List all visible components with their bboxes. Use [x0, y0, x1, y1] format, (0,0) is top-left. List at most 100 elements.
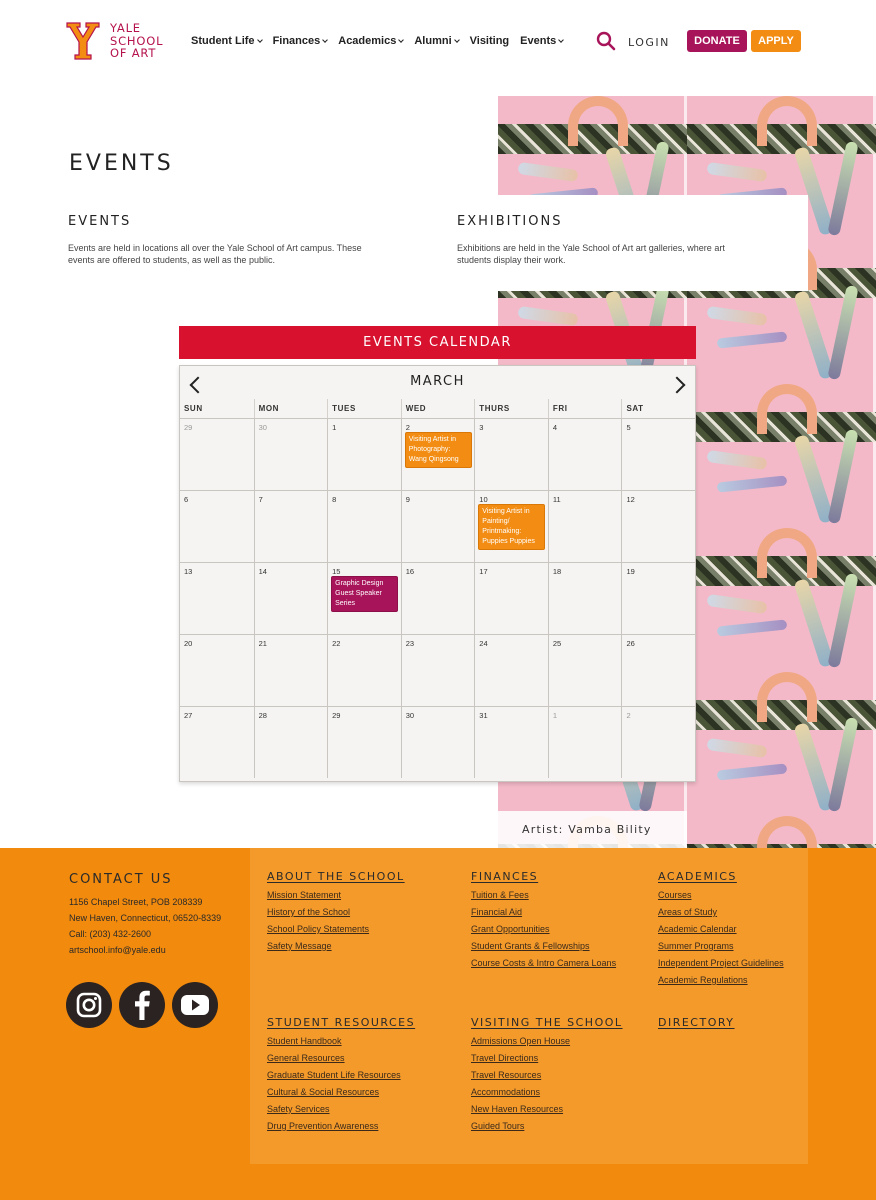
calendar-day[interactable]: 30	[253, 419, 328, 490]
calendar-day[interactable]: 22	[327, 635, 401, 706]
artwork-shape	[568, 96, 628, 146]
calendar-day[interactable]: 3	[474, 419, 548, 490]
calendar-day[interactable]: 15 Graphic Design Guest Speaker Series	[327, 563, 401, 634]
page-title: EVENTS	[69, 151, 174, 176]
day-number: 2	[626, 711, 631, 720]
facebook-icon[interactable]	[119, 982, 165, 1028]
calendar-day[interactable]: 28	[253, 707, 328, 778]
footer-column-heading[interactable]: VISITING THE SCHOOL	[471, 1016, 623, 1029]
calendar-day[interactable]: 7	[253, 491, 328, 562]
footer-column-heading[interactable]: DIRECTORY	[658, 1016, 735, 1029]
calendar-day[interactable]: 23	[400, 635, 475, 706]
youtube-icon[interactable]	[172, 982, 218, 1028]
artwork-shape	[757, 528, 817, 578]
calendar-day[interactable]: 27	[180, 707, 254, 778]
artwork-shape	[827, 284, 859, 381]
exhibitions-section[interactable]: EXHIBITIONS Exhibitions are held in the …	[448, 195, 808, 291]
footer-link[interactable]: General Resources	[267, 1050, 401, 1067]
footer-link[interactable]: Travel Directions	[471, 1050, 570, 1067]
footer-link[interactable]: Academic Calendar	[658, 921, 784, 938]
next-month-arrow-icon[interactable]	[669, 375, 689, 395]
footer-link[interactable]: Financial Aid	[471, 904, 616, 921]
calendar-day[interactable]: 24	[474, 635, 548, 706]
calendar-day[interactable]: 10 Visiting Artist in Painting/ Printmaki…	[474, 491, 548, 562]
calendar-day[interactable]: 16	[400, 563, 475, 634]
footer-link[interactable]: Graduate Student Life Resources	[267, 1067, 401, 1084]
calendar-day[interactable]: 8	[327, 491, 401, 562]
chevron-down-icon	[322, 36, 329, 43]
footer-column-heading[interactable]: STUDENT RESOURCES	[267, 1016, 415, 1029]
chevron-down-icon	[453, 36, 460, 43]
donate-button[interactable]: DONATE	[687, 30, 747, 52]
calendar-day[interactable]: 1	[547, 707, 622, 778]
calendar-day[interactable]: 12	[621, 491, 695, 562]
calendar-day[interactable]: 4	[547, 419, 622, 490]
footer-link[interactable]: Student Handbook	[267, 1033, 401, 1050]
nav-finances[interactable]: Finances	[273, 35, 329, 47]
calendar-event[interactable]: Visiting Artist in Photography: Wang Qin…	[404, 432, 472, 468]
calendar-day[interactable]: 11	[547, 491, 622, 562]
calendar-day[interactable]: 21	[253, 635, 328, 706]
footer-link[interactable]: Summer Programs	[658, 938, 784, 955]
calendar-day[interactable]: 29	[327, 707, 401, 778]
footer-link[interactable]: Safety Services	[267, 1101, 401, 1118]
footer-link[interactable]: Cultural & Social Resources	[267, 1084, 401, 1101]
footer-link[interactable]: Areas of Study	[658, 904, 784, 921]
footer-link[interactable]: History of the School	[267, 904, 369, 921]
footer-column-heading[interactable]: FINANCES	[471, 870, 538, 883]
calendar-day[interactable]: 5	[621, 419, 695, 490]
calendar-day[interactable]: 14	[253, 563, 328, 634]
login-link[interactable]: LOGIN	[628, 36, 670, 49]
day-number: 18	[552, 567, 562, 576]
footer-link[interactable]: Travel Resources	[471, 1067, 570, 1084]
calendar-day[interactable]: 9	[400, 491, 475, 562]
calendar-day[interactable]: 29	[180, 419, 254, 490]
footer-link[interactable]: Guided Tours	[471, 1118, 570, 1135]
footer-link[interactable]: Mission Statement	[267, 887, 369, 904]
footer-link[interactable]: Independent Project Guidelines	[658, 955, 784, 972]
nav-student-life[interactable]: Student Life	[191, 35, 263, 47]
calendar-day[interactable]: 2 Visiting Artist in Photography: Wang Qi…	[400, 419, 475, 490]
footer-link[interactable]: Safety Message	[267, 938, 369, 955]
calendar-day[interactable]: 19	[621, 563, 695, 634]
footer-column-heading[interactable]: ABOUT THE SCHOOL	[267, 870, 405, 883]
footer-link[interactable]: Course Costs & Intro Camera Loans	[471, 955, 616, 972]
exhibitions-heading[interactable]: EXHIBITIONS	[457, 214, 562, 229]
footer-column-heading[interactable]: ACADEMICS	[658, 870, 737, 883]
footer-link[interactable]: Student Grants & Fellowships	[471, 938, 616, 955]
footer-link[interactable]: Grant Opportunities	[471, 921, 616, 938]
calendar-day[interactable]: 26	[621, 635, 695, 706]
footer-link[interactable]: New Haven Resources	[471, 1101, 570, 1118]
day-number: 28	[258, 711, 267, 720]
footer-link[interactable]: Admissions Open House	[471, 1033, 570, 1050]
calendar-day[interactable]: 1	[327, 419, 401, 490]
nav-alumni[interactable]: Alumni	[414, 35, 460, 47]
calendar-day[interactable]: 25	[547, 635, 622, 706]
instagram-icon[interactable]	[66, 982, 112, 1028]
footer-link[interactable]: Tuition & Fees	[471, 887, 616, 904]
yale-logo[interactable]: YALE SCHOOL OF ART	[66, 22, 166, 62]
calendar-day[interactable]: 2	[621, 707, 695, 778]
search-icon[interactable]	[596, 31, 616, 51]
nav-events[interactable]: Events	[520, 35, 565, 47]
calendar-day[interactable]: 17	[474, 563, 548, 634]
day-number: 23	[405, 639, 415, 648]
calendar-event[interactable]: Visiting Artist in Painting/ Printmaking…	[478, 504, 546, 550]
footer-link[interactable]: Academic Regulations	[658, 972, 784, 989]
calendar-day[interactable]: 30	[400, 707, 475, 778]
calendar-event[interactable]: Graphic Design Guest Speaker Series	[331, 576, 399, 612]
footer-link[interactable]: School Policy Statements	[267, 921, 369, 938]
nav-academics[interactable]: Academics	[338, 35, 405, 47]
contact-phone[interactable]: Call: (203) 432-2600	[69, 929, 151, 939]
calendar-day[interactable]: 13	[180, 563, 254, 634]
footer-link[interactable]: Drug Prevention Awareness	[267, 1118, 401, 1135]
calendar-day[interactable]: 6	[180, 491, 254, 562]
nav-visiting[interactable]: Visiting	[470, 35, 510, 47]
calendar-day[interactable]: 20	[180, 635, 254, 706]
contact-email[interactable]: artschool.info@yale.edu	[69, 945, 166, 955]
footer-link[interactable]: Courses	[658, 887, 784, 904]
calendar-day[interactable]: 18	[547, 563, 622, 634]
footer-link[interactable]: Accommodations	[471, 1084, 570, 1101]
apply-button[interactable]: APPLY	[751, 30, 801, 52]
calendar-day[interactable]: 31	[474, 707, 548, 778]
